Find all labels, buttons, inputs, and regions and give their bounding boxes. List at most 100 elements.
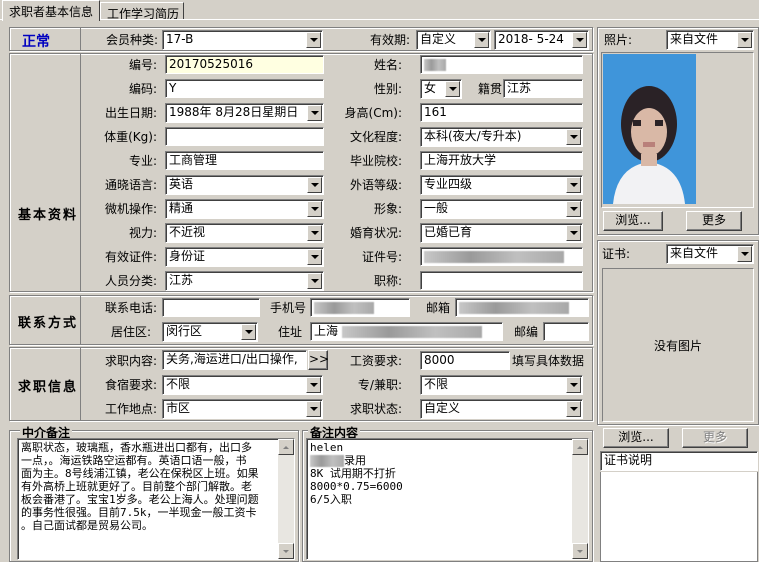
person-photo-icon	[603, 54, 696, 204]
school-field[interactable]: 上海开放大学	[420, 151, 583, 170]
note-content-textarea[interactable]: helen 录用 8K 试用期不打折 8000*0.75=6000 6/5入职	[306, 438, 589, 560]
photo-browse-button[interactable]: 浏览...	[603, 211, 663, 231]
photo-more-button[interactable]: 更多	[686, 211, 742, 231]
salary-label: 工资要求:	[349, 354, 402, 368]
name-field[interactable]	[420, 55, 583, 74]
appearance-label: 形象:	[373, 202, 402, 216]
chevron-down-icon[interactable]	[566, 177, 581, 193]
location-label: 工作地点:	[104, 402, 157, 416]
basic-section-label: 基本资料	[18, 208, 79, 223]
validity-label: 有效期:	[369, 33, 410, 47]
origin-field[interactable]: 江苏	[503, 79, 583, 98]
chevron-down-icon[interactable]	[566, 225, 581, 241]
cert-source-select[interactable]: 来自文件	[666, 244, 754, 264]
board-label: 食宿要求:	[104, 378, 157, 392]
photo-source-select[interactable]: 来自文件	[666, 30, 754, 50]
chevron-down-icon[interactable]	[572, 32, 587, 48]
scroll-down-icon[interactable]	[572, 543, 588, 559]
email-field[interactable]	[455, 298, 589, 317]
scroll-up-icon[interactable]	[572, 439, 588, 455]
chevron-down-icon[interactable]	[566, 201, 581, 217]
chevron-down-icon[interactable]	[474, 32, 489, 48]
vision-select[interactable]: 不近视	[165, 223, 324, 243]
position-field[interactable]: 关务,海运进口/出口操作,	[162, 350, 307, 370]
board-select[interactable]: 不限	[162, 375, 323, 395]
photo-label: 照片:	[604, 33, 633, 47]
lang-level-label: 外语等级:	[349, 178, 402, 192]
title-field[interactable]	[420, 271, 583, 290]
height-label: 身高(Cm):	[344, 106, 402, 120]
major-field[interactable]: 工商管理	[165, 151, 324, 170]
appearance-select[interactable]: 一般	[420, 199, 583, 219]
chevron-down-icon[interactable]	[307, 249, 322, 265]
cert-description-area[interactable]	[600, 472, 758, 562]
position-more-button[interactable]: >>	[308, 350, 329, 370]
id-no-field[interactable]	[420, 247, 583, 266]
validity-type-select[interactable]: 自定义	[416, 30, 491, 50]
job-section-label: 求职信息	[18, 380, 79, 395]
salary-field[interactable]: 8000	[420, 351, 510, 370]
scroll-down-icon[interactable]	[278, 543, 294, 559]
education-label: 文化程度:	[349, 130, 402, 144]
chevron-down-icon[interactable]	[566, 401, 581, 417]
gender-select[interactable]: 女	[420, 79, 462, 99]
code-field[interactable]: Y	[165, 79, 324, 98]
chevron-down-icon[interactable]	[306, 401, 321, 417]
cert-more-button[interactable]: 更多	[682, 428, 748, 448]
category-select[interactable]: 江苏	[165, 271, 324, 291]
chevron-down-icon[interactable]	[306, 32, 321, 48]
chevron-down-icon[interactable]	[307, 225, 322, 241]
chevron-down-icon[interactable]	[566, 129, 581, 145]
cert-description-field[interactable]: 证书说明	[600, 451, 758, 471]
tab-basic-info[interactable]: 求职者基本信息	[2, 0, 100, 21]
code-label: 编码:	[128, 82, 157, 96]
note-content-scrollbar[interactable]	[572, 439, 588, 559]
mobile-field[interactable]	[310, 298, 410, 317]
chevron-down-icon[interactable]	[307, 105, 322, 121]
major-label: 专业:	[128, 154, 157, 168]
title-label: 职称:	[373, 274, 402, 288]
chevron-down-icon[interactable]	[737, 32, 752, 48]
language-select[interactable]: 英语	[165, 175, 324, 195]
chevron-down-icon[interactable]	[307, 177, 322, 193]
id-label: 编号:	[128, 58, 157, 72]
member-type-select[interactable]: 17-B	[162, 30, 323, 50]
weight-field[interactable]	[165, 127, 324, 146]
name-label: 姓名:	[373, 58, 402, 72]
chevron-down-icon[interactable]	[241, 324, 256, 340]
district-select[interactable]: 闵行区	[162, 322, 258, 342]
parttime-select[interactable]: 不限	[420, 375, 583, 395]
chevron-down-icon[interactable]	[737, 246, 752, 262]
marital-select[interactable]: 已婚已育	[420, 223, 583, 243]
validity-date-picker[interactable]: 2018- 5-24	[494, 30, 589, 50]
education-select[interactable]: 本科(夜大/专升本)	[420, 127, 583, 147]
chevron-down-icon[interactable]	[307, 273, 322, 289]
zip-field[interactable]	[543, 322, 589, 341]
agent-note-scrollbar[interactable]	[278, 439, 294, 559]
location-select[interactable]: 市区	[162, 399, 323, 419]
height-field[interactable]: 161	[420, 103, 583, 122]
tab-work-history[interactable]: 工作学习简历	[100, 2, 184, 21]
id-field[interactable]: 20170525016	[165, 55, 324, 74]
parttime-label: 专/兼职:	[357, 378, 402, 392]
agent-note-textarea[interactable]: 离职状态，玻璃瓶，香水瓶进出口都有，出口多 一点，。海运铁路空运都有。英语口语一般…	[17, 438, 295, 560]
birth-date-picker[interactable]: 1988年 8月28日星期日	[165, 103, 324, 123]
computer-select[interactable]: 精通	[165, 199, 324, 219]
state-select[interactable]: 自定义	[420, 399, 583, 419]
scroll-up-icon[interactable]	[278, 439, 294, 455]
computer-label: 微机操作:	[104, 202, 157, 216]
chevron-down-icon[interactable]	[307, 201, 322, 217]
chevron-down-icon[interactable]	[445, 81, 460, 97]
member-type-label: 会员种类:	[105, 33, 158, 47]
id-type-select[interactable]: 身份证	[165, 247, 324, 267]
address-field[interactable]: 上海	[310, 322, 503, 341]
lang-level-select[interactable]: 专业四级	[420, 175, 583, 195]
chevron-down-icon[interactable]	[566, 377, 581, 393]
phone-field[interactable]	[162, 298, 260, 317]
cert-browse-button[interactable]: 浏览...	[603, 428, 669, 448]
language-label: 通晓语言:	[104, 178, 157, 192]
position-label: 求职内容:	[104, 354, 157, 368]
cert-image-area: 没有图片	[602, 268, 754, 422]
category-label: 人员分类:	[104, 274, 157, 288]
chevron-down-icon[interactable]	[306, 377, 321, 393]
